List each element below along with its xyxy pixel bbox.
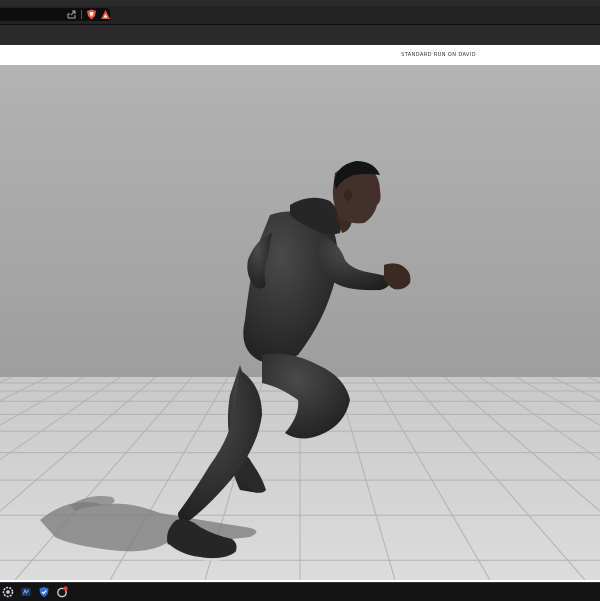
animation-title: STANDARD RUN ON DAVID: [401, 52, 476, 58]
shield-icon[interactable]: [38, 586, 50, 598]
3d-scene: [0, 65, 600, 580]
brave-rewards-icon[interactable]: [100, 9, 111, 20]
viewer-header: STANDARD RUN ON DAVID: [0, 45, 600, 65]
taskbar: [0, 582, 600, 601]
toolbar-separator: [81, 10, 82, 19]
3d-viewport[interactable]: [0, 65, 600, 580]
app-icon[interactable]: [20, 586, 32, 598]
share-icon[interactable]: [66, 9, 77, 20]
character-ear: [344, 189, 352, 201]
bookmarks-bar: [0, 25, 600, 45]
browser-toolbar: [0, 6, 600, 25]
settings-icon[interactable]: [2, 586, 14, 598]
brave-shield-icon[interactable]: [86, 9, 97, 20]
browser-icon[interactable]: [56, 586, 68, 598]
page-content: STANDARD RUN ON DAVID: [0, 45, 600, 582]
